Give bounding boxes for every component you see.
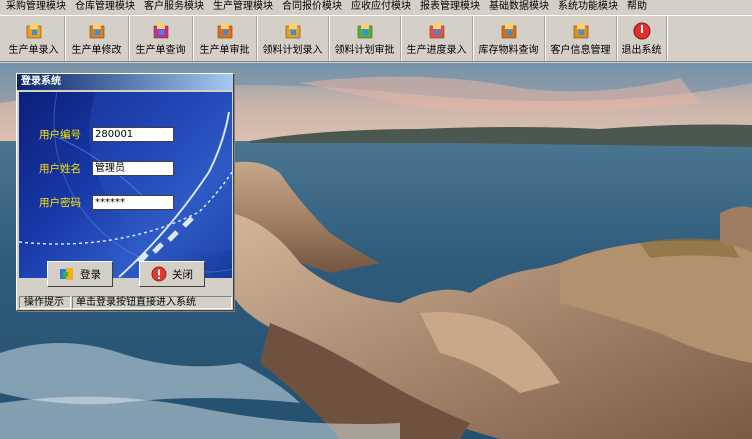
toolbar-button-label: 领料计划审批 bbox=[334, 45, 395, 56]
toolbar-button-label: 生产单修改 bbox=[71, 45, 122, 56]
toolbar-button[interactable]: 领料计划审批 bbox=[329, 16, 401, 61]
login-icon bbox=[60, 268, 73, 280]
toolbar-button-label: 生产进度录入 bbox=[406, 45, 467, 56]
toolbar-button[interactable]: 生产单录入 bbox=[3, 16, 65, 61]
toolbar-button-label: 生产单审批 bbox=[199, 45, 250, 56]
toolbar-button-label: 客户信息管理 bbox=[550, 45, 611, 56]
login-dialog-title: 登录系统 bbox=[17, 74, 233, 90]
login-button-label: 登录 bbox=[80, 268, 101, 281]
login-dialog: 登录系统 用户编号 280001 用户姓名 管理员 用户密码 ****** 登录… bbox=[16, 73, 234, 311]
toolbar-button[interactable]: 生产单查询 bbox=[129, 16, 193, 61]
menu-item[interactable]: 生产管理模块 bbox=[213, 0, 273, 14]
menu-item[interactable]: 帮助 bbox=[627, 0, 647, 14]
toolbar-button[interactable]: 领料计划录入 bbox=[257, 16, 329, 61]
menu-item[interactable]: 报表管理模块 bbox=[420, 0, 480, 14]
close-button[interactable]: 关闭 bbox=[139, 261, 205, 287]
production-edit-icon bbox=[89, 23, 104, 39]
menu-item[interactable]: 应收应付模块 bbox=[351, 0, 411, 14]
menu-item[interactable]: 仓库管理模块 bbox=[75, 0, 135, 14]
user-id-label: 用户编号 bbox=[39, 129, 81, 141]
close-icon bbox=[151, 266, 167, 282]
production-entry-icon bbox=[26, 23, 41, 39]
toolbar-button-label: 生产单录入 bbox=[8, 45, 59, 56]
exit-icon bbox=[633, 22, 650, 40]
login-banner: 用户编号 280001 用户姓名 管理员 用户密码 ****** bbox=[19, 92, 232, 278]
material-plan-approve-icon bbox=[357, 23, 372, 39]
banner-graphic bbox=[19, 92, 232, 278]
material-plan-entry-icon bbox=[285, 23, 300, 39]
user-name-row: 用户姓名 管理员 bbox=[39, 161, 174, 176]
login-button[interactable]: 登录 bbox=[47, 261, 113, 287]
menu-item[interactable]: 系统功能模块 bbox=[558, 0, 618, 14]
menu-item[interactable]: 基础数据模块 bbox=[489, 0, 549, 14]
password-label: 用户密码 bbox=[39, 197, 81, 209]
password-row: 用户密码 ****** bbox=[39, 195, 174, 210]
progress-entry-icon bbox=[429, 23, 444, 39]
inventory-query-icon bbox=[501, 23, 516, 39]
user-name-label: 用户姓名 bbox=[39, 163, 81, 175]
status-message: 单击登录按钮直接进入系统 bbox=[72, 296, 232, 309]
toolbar-button[interactable]: 库存物料查询 bbox=[473, 16, 545, 61]
toolbar-button-label: 生产单查询 bbox=[135, 45, 186, 56]
toolbar-button-label: 退出系统 bbox=[621, 45, 662, 56]
toolbar-button-label: 领料计划录入 bbox=[262, 45, 323, 56]
toolbar-button[interactable]: 客户信息管理 bbox=[545, 16, 617, 61]
menu-item[interactable]: 采购管理模块 bbox=[6, 0, 66, 14]
toolbar-button[interactable]: 生产单审批 bbox=[193, 16, 257, 61]
toolbar-button[interactable]: 生产进度录入 bbox=[401, 16, 473, 61]
user-id-input[interactable]: 280001 bbox=[92, 127, 174, 142]
customer-info-icon bbox=[573, 23, 588, 39]
toolbar-button[interactable]: 生产单修改 bbox=[65, 16, 129, 61]
production-query-icon bbox=[153, 23, 168, 39]
user-name-input[interactable]: 管理员 bbox=[92, 161, 174, 176]
menu-item[interactable]: 客户服务模块 bbox=[144, 0, 204, 14]
status-label: 操作提示 bbox=[19, 296, 71, 309]
toolbar-button-label: 库存物料查询 bbox=[478, 45, 539, 56]
user-id-row: 用户编号 280001 bbox=[39, 127, 174, 142]
status-bar: 操作提示 单击登录按钮直接进入系统 bbox=[19, 296, 232, 309]
toolbar-button[interactable]: 退出系统 bbox=[617, 16, 667, 61]
menu-item[interactable]: 合同报价模块 bbox=[282, 0, 342, 14]
password-input[interactable]: ****** bbox=[92, 195, 174, 210]
production-approve-icon bbox=[217, 23, 232, 39]
toolbar: 生产单录入 生产单修改 生产单查询 生产单审批 领料计划录入 领料计划审批 生产进度录入 库存… bbox=[0, 15, 752, 62]
close-button-label: 关闭 bbox=[172, 268, 193, 281]
menu-bar: 采购管理模块 仓库管理模块 客户服务模块 生产管理模块 合同报价模块 应收应付模块 报表管理… bbox=[0, 0, 752, 14]
